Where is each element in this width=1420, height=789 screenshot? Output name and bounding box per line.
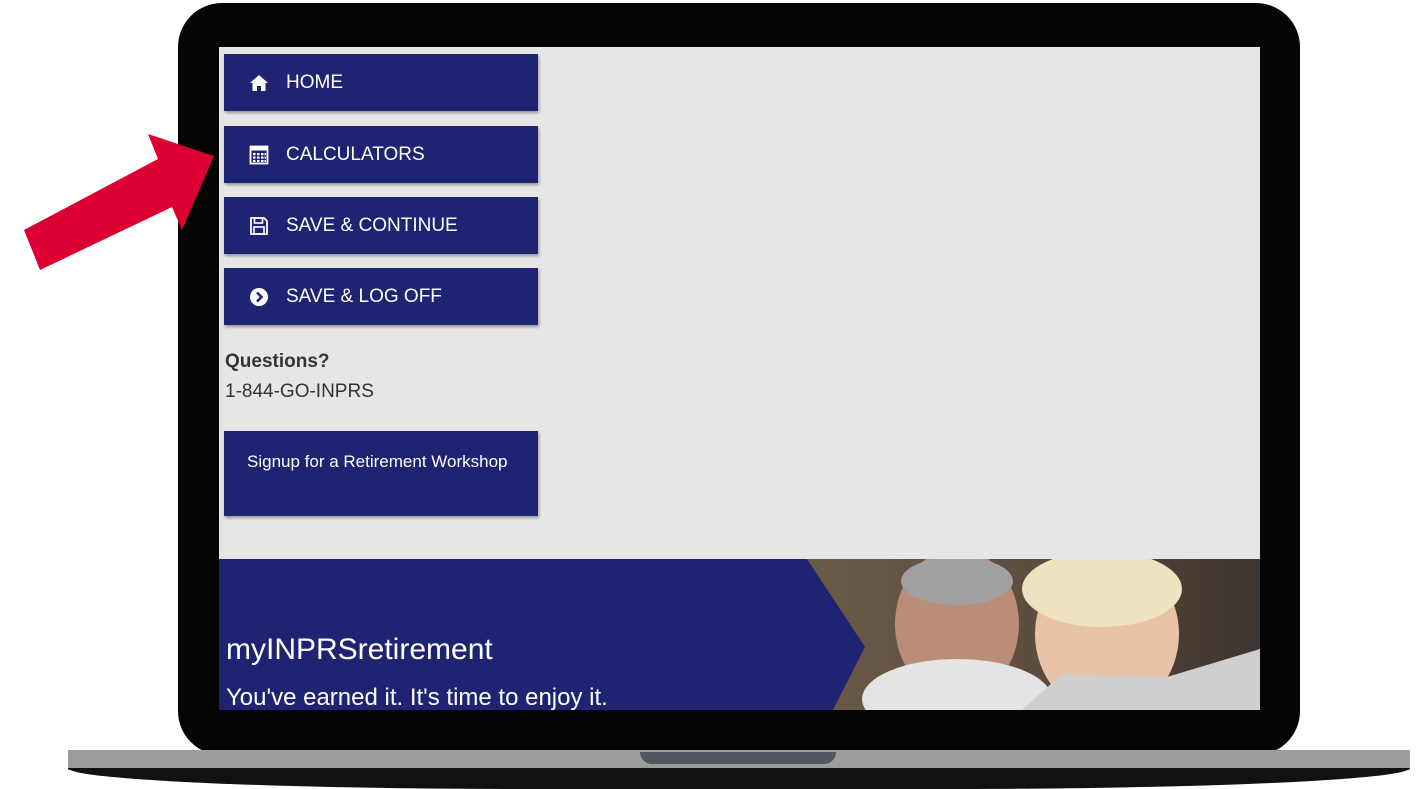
app-screen: HOME CALCULATORS SAVE & CONTINUE SAVE & … — [219, 47, 1260, 710]
laptop-notch — [640, 752, 836, 764]
retirement-workshop-signup-button[interactable]: Signup for a Retirement Workshop — [224, 431, 538, 516]
questions-block: Questions? 1-844-GO-INPRS — [225, 351, 374, 403]
save-continue-button[interactable]: SAVE & CONTINUE — [224, 197, 538, 254]
hero-title: myINPRSretirement — [226, 633, 493, 666]
hero-banner: myINPRSretirement You've earned it. It's… — [219, 559, 1260, 710]
home-label: HOME — [286, 71, 343, 93]
home-button[interactable]: HOME — [224, 54, 538, 111]
save-logoff-label: SAVE & LOG OFF — [286, 285, 442, 307]
floppy-disk-icon — [248, 215, 270, 237]
calculator-icon — [248, 144, 270, 166]
save-continue-label: SAVE & CONTINUE — [286, 214, 458, 236]
questions-phone: 1-844-GO-INPRS — [225, 381, 374, 402]
calculators-label: CALCULATORS — [286, 143, 425, 165]
save-logoff-button[interactable]: SAVE & LOG OFF — [224, 268, 538, 325]
red-pointer-arrow-icon — [24, 134, 214, 270]
laptop-base-lip — [68, 768, 1410, 789]
calculators-button[interactable]: CALCULATORS — [224, 126, 538, 183]
home-icon — [248, 72, 270, 94]
hero-photo — [807, 559, 1260, 710]
chevron-circle-right-icon — [248, 286, 270, 308]
questions-title: Questions? — [225, 351, 330, 372]
hero-tagline: You've earned it. It's time to enjoy it. — [226, 684, 608, 710]
workshop-label: Signup for a Retirement Workshop — [247, 452, 508, 471]
